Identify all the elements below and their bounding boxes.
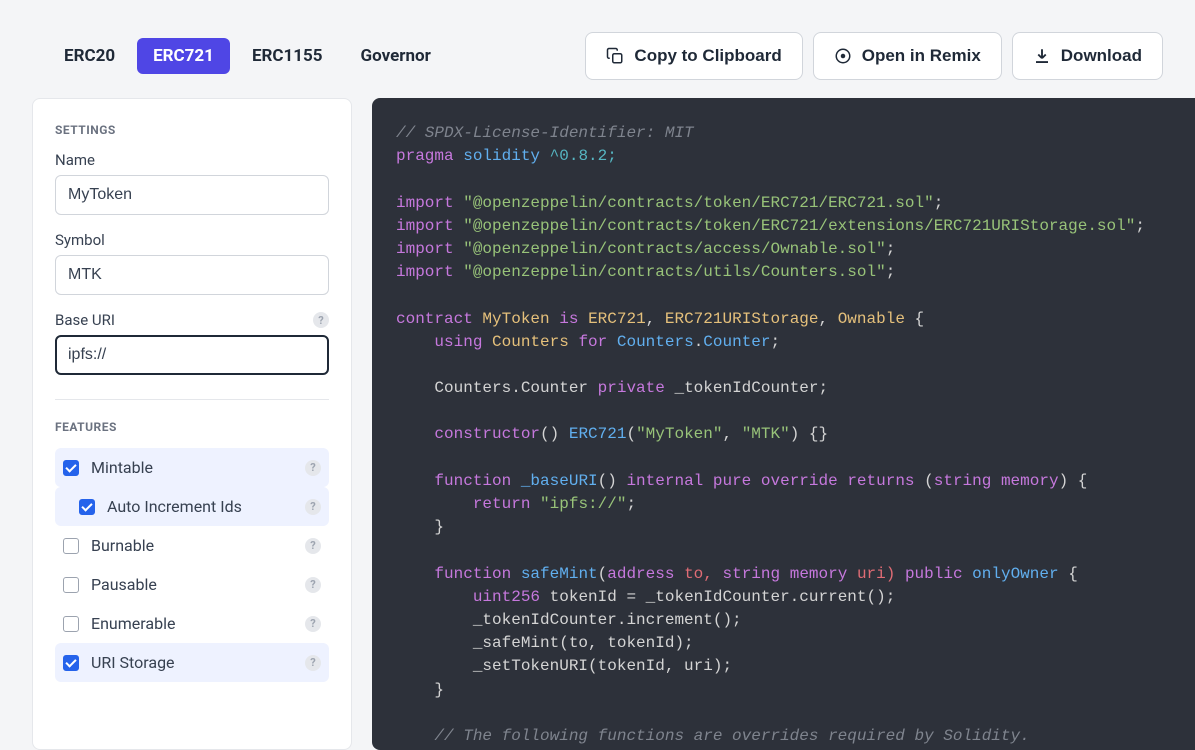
download-label: Download: [1061, 46, 1142, 66]
remix-label: Open in Remix: [862, 46, 981, 66]
baseuri-label: Base URI ?: [55, 311, 329, 329]
help-icon[interactable]: ?: [305, 577, 321, 593]
settings-sidebar: SETTINGS Name Symbol Base URI ? FEATURES…: [32, 98, 352, 750]
feature-mintable[interactable]: Mintable ?: [55, 448, 329, 487]
baseuri-input[interactable]: [55, 335, 329, 375]
settings-title: SETTINGS: [55, 123, 329, 137]
checkbox-enumerable[interactable]: [63, 616, 79, 632]
checkbox-uristorage[interactable]: [63, 655, 79, 671]
features-title: FEATURES: [55, 420, 329, 434]
feature-enumerable[interactable]: Enumerable ?: [55, 604, 329, 643]
tab-erc1155[interactable]: ERC1155: [236, 38, 339, 74]
symbol-label: Symbol: [55, 231, 329, 249]
checkbox-mintable[interactable]: [63, 460, 79, 476]
feature-uristorage[interactable]: URI Storage ?: [55, 643, 329, 682]
name-label: Name: [55, 151, 329, 169]
download-button[interactable]: Download: [1012, 32, 1163, 80]
copy-icon: [606, 47, 624, 65]
checkbox-pausable[interactable]: [63, 577, 79, 593]
name-input[interactable]: [55, 175, 329, 215]
feature-autoincrement[interactable]: Auto Increment Ids ?: [55, 487, 329, 526]
contract-type-tabs: ERC20 ERC721 ERC1155 Governor: [48, 38, 447, 74]
copy-button[interactable]: Copy to Clipboard: [585, 32, 802, 80]
feature-burnable[interactable]: Burnable ?: [55, 526, 329, 565]
tab-erc721[interactable]: ERC721: [137, 38, 230, 74]
remix-button[interactable]: Open in Remix: [813, 32, 1002, 80]
help-icon[interactable]: ?: [305, 499, 321, 515]
feature-pausable[interactable]: Pausable ?: [55, 565, 329, 604]
help-icon[interactable]: ?: [305, 655, 321, 671]
code-preview: // SPDX-License-Identifier: MIT pragma s…: [372, 98, 1195, 750]
divider: [55, 399, 329, 400]
tab-erc20[interactable]: ERC20: [48, 38, 131, 74]
help-icon[interactable]: ?: [313, 312, 329, 328]
action-buttons: Copy to Clipboard Open in Remix Download: [585, 32, 1163, 80]
remix-icon: [834, 47, 852, 65]
tab-governor[interactable]: Governor: [345, 38, 447, 74]
download-icon: [1033, 47, 1051, 65]
checkbox-autoincrement[interactable]: [79, 499, 95, 515]
checkbox-burnable[interactable]: [63, 538, 79, 554]
help-icon[interactable]: ?: [305, 460, 321, 476]
copy-label: Copy to Clipboard: [634, 46, 781, 66]
help-icon[interactable]: ?: [305, 616, 321, 632]
symbol-input[interactable]: [55, 255, 329, 295]
help-icon[interactable]: ?: [305, 538, 321, 554]
